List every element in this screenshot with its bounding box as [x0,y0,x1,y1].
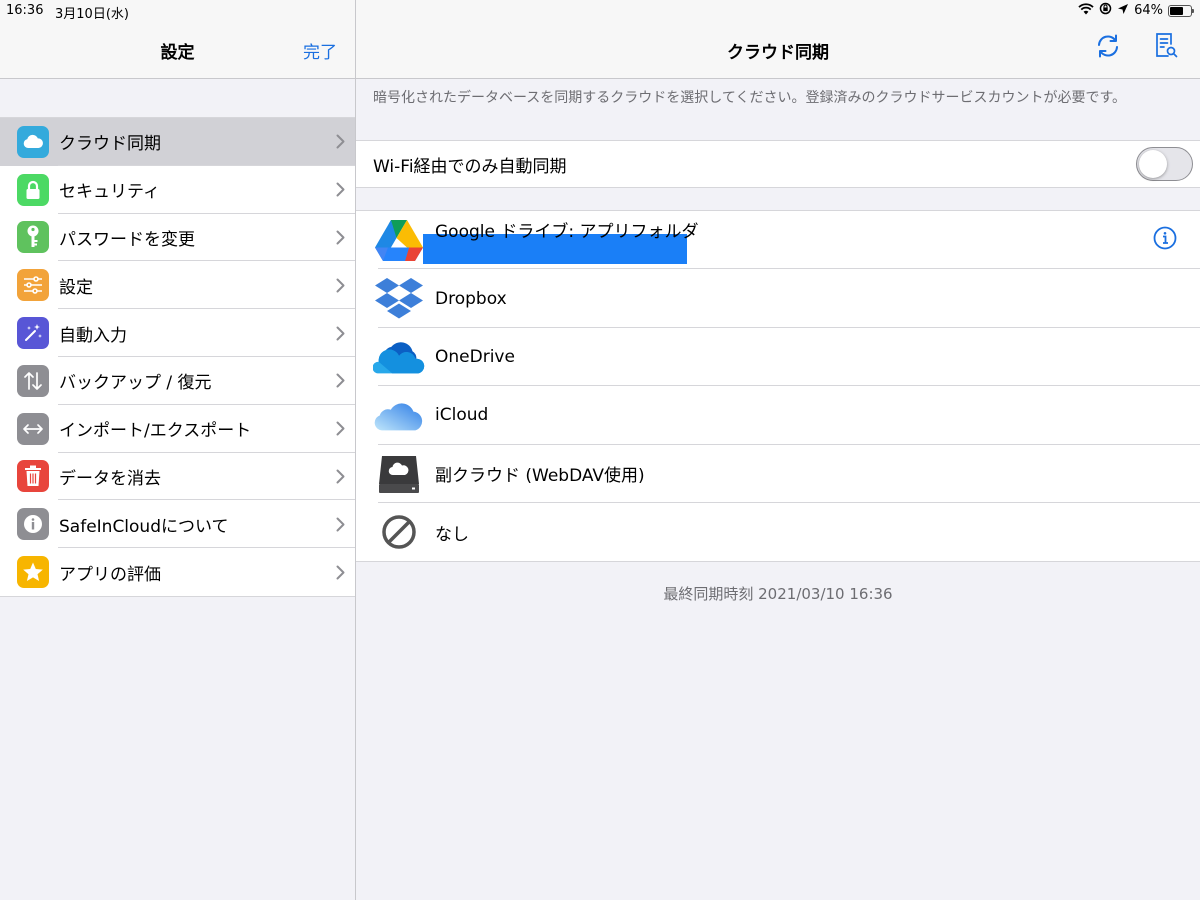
cloud-option-google-drive[interactable]: Google ドライブ: アプリフォルダ [356,211,1200,270]
icloud-icon [373,391,425,439]
wifi-only-sync-toggle[interactable] [1136,147,1193,181]
cloud-option-label: Google ドライブ: アプリフォルダ [435,221,699,242]
status-date: 3月10日(水) [55,7,129,22]
chevron-right-icon [325,421,355,436]
up-down-arrows-icon [17,364,49,397]
sidebar-item-about[interactable]: SafeInCloudについて [0,500,355,548]
cloud-option-dropbox[interactable]: Dropbox [356,269,1200,329]
sidebar-item-label: 設定 [59,277,93,298]
cloud-option-none[interactable]: なし [356,503,1200,561]
star-icon [17,556,49,589]
sidebar-item-label: インポート/エクスポート [59,421,252,442]
toggle-knob [1139,150,1167,178]
location-icon [1117,3,1129,19]
orientation-lock-icon [1099,2,1112,19]
sidebar-item-label: SafeInCloudについて [59,516,229,537]
cloud-option-label: 副クラウド (WebDAV使用) [435,466,645,487]
cloud-option-onedrive[interactable]: OneDrive [356,328,1200,387]
cloud-option-label: Dropbox [435,288,507,309]
cloud-option-label: OneDrive [435,346,515,367]
magic-wand-icon [17,317,49,350]
webdav-server-icon [373,450,425,498]
wifi-only-sync-row: Wi-Fi経由でのみ自動同期 [356,140,1200,188]
cloud-provider-list: Google ドライブ: アプリフォルダ Dropbox OneDrive iC… [356,210,1200,563]
google-drive-icon [373,216,425,264]
sidebar-item-erase-data[interactable]: データを消去 [0,453,355,501]
wifi-only-sync-label: Wi-Fi経由でのみ自動同期 [373,156,567,177]
sidebar-item-label: 自動入力 [59,325,127,346]
last-sync-time: 最終同期時刻 2021/03/10 16:36 [663,585,893,603]
cloud-option-text: 副クラウド (WebDAV使用) [435,461,1200,486]
sidebar-title: 設定 [160,43,195,63]
lock-icon [17,173,49,206]
battery-fill [1170,6,1183,15]
cloud-option-text: iCloud [435,405,1200,425]
sidebar-item-cloud-sync[interactable]: クラウド同期 [0,118,355,166]
sidebar-item-label: データを消去 [59,468,161,489]
status-time: 16:36 [6,3,44,18]
dropbox-icon [373,275,425,323]
sync-description: 暗号化されたデータベースを同期するクラウドを選択してください。登録済みのクラウド… [373,90,1127,106]
settings-menu: クラウド同期 セキュリティ パスワードを変更 設定 自動入力 バックアップ / … [0,117,355,597]
onedrive-icon [373,333,425,381]
settings-sidebar: 設定 完了 クラウド同期 セキュリティ パスワードを変更 設定 自動入力 バック… [0,0,356,900]
cloud-option-label: なし [435,524,469,545]
sidebar-item-label: セキュリティ [59,182,160,203]
chevron-right-icon [325,134,355,149]
wifi-icon [1078,2,1094,19]
sidebar-item-label: クラウド同期 [59,134,161,155]
cloud-option-webdav[interactable]: 副クラウド (WebDAV使用) [356,445,1200,504]
sidebar-item-label: アプリの評価 [59,564,161,585]
sidebar-item-rate-app[interactable]: アプリの評価 [0,548,355,596]
trash-icon [17,460,49,493]
sidebar-item-backup-restore[interactable]: バックアップ / 復元 [0,357,355,405]
chevron-right-icon [325,182,355,197]
key-icon [17,221,49,254]
cloud-option-text: なし [435,520,1200,545]
chevron-right-icon [325,469,355,484]
sidebar-item-label: パスワードを変更 [59,229,195,250]
cloud-option-icloud[interactable]: iCloud [356,386,1200,445]
battery-icon [1168,4,1194,17]
status-bar: 16:36 3月10日(水) 64% [0,0,1200,22]
battery-percent: 64% [1134,3,1163,18]
chevron-right-icon [325,278,355,293]
sidebar-item-import-export[interactable]: インポート/エクスポート [0,405,355,453]
status-indicators: 64% [1078,2,1194,19]
cloud-option-text: OneDrive [435,347,1200,367]
cloud-option-text: Google ドライブ: アプリフォルダ [423,217,1200,264]
cloud-option-text: Dropbox [435,289,1200,309]
sidebar-item-settings[interactable]: 設定 [0,261,355,309]
sliders-icon [17,269,49,302]
done-button[interactable]: 完了 [303,38,337,63]
chevron-right-icon [325,517,355,532]
page-title: クラウド同期 [727,43,829,63]
sidebar-item-label: バックアップ / 復元 [59,373,212,394]
cloud-icon [17,125,49,158]
chevron-right-icon [325,373,355,388]
none-icon [373,508,425,556]
sync-button[interactable] [1094,34,1122,62]
chevron-right-icon [325,565,355,580]
cloud-sync-panel: クラウド同期 暗号化されたデータベースを同期するクラウドを選択してください。登録… [356,0,1200,900]
sync-icon [1095,33,1121,63]
info-circle-icon [1153,226,1177,254]
sidebar-item-change-password[interactable]: パスワードを変更 [0,214,355,262]
sidebar-item-security[interactable]: セキュリティ [0,166,355,214]
info-icon [17,508,49,541]
left-right-arrows-icon [17,412,49,445]
chevron-right-icon [325,326,355,341]
sidebar-item-autofill[interactable]: 自動入力 [0,309,355,357]
chevron-right-icon [325,230,355,245]
google-drive-info-button[interactable] [1152,226,1178,254]
document-search-icon [1154,32,1178,64]
sync-log-button[interactable] [1152,32,1180,64]
cloud-option-label: iCloud [435,405,489,426]
